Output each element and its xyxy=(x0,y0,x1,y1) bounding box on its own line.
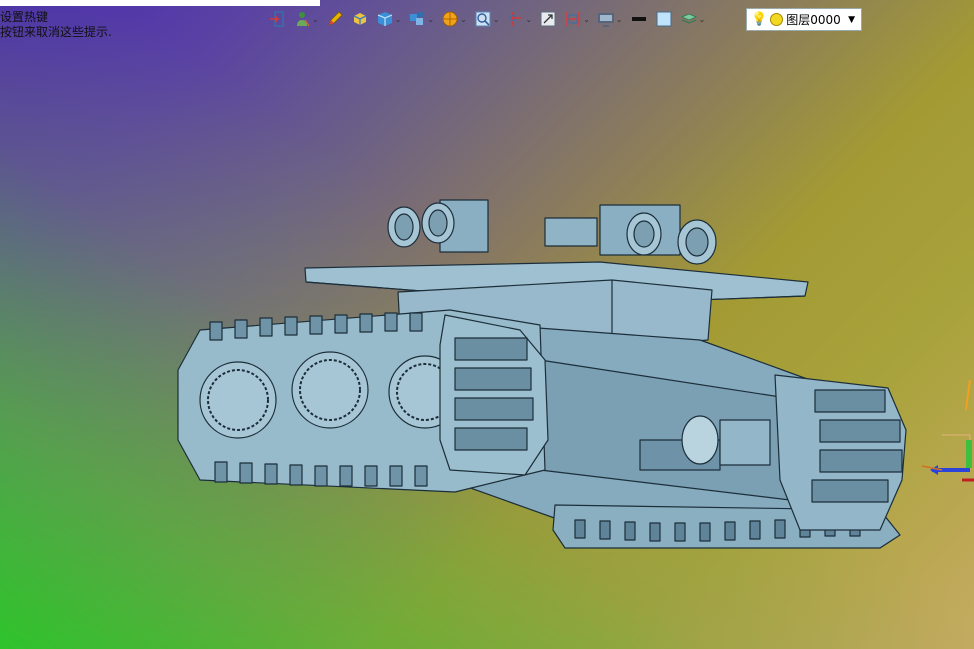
sketch-button[interactable] xyxy=(324,7,346,31)
cube-icon xyxy=(377,12,392,26)
line-weight-button[interactable] xyxy=(628,7,650,31)
exit-door-icon xyxy=(270,11,284,27)
hint-line-2: 按钮来取消这些提示. xyxy=(0,25,112,39)
solid-box-icon xyxy=(353,13,366,25)
render-sphere-icon xyxy=(442,11,458,27)
axis-button[interactable]: ⌄ xyxy=(505,7,535,31)
view-toolbar: ⌄ ⌄ ⌄ ⌄ ⌄ ⌄ ⌄ ⌄ ⌄ xyxy=(266,6,707,32)
hint-text: 设置热键 按钮来取消这些提示. xyxy=(0,10,112,40)
section-view-button[interactable]: ⌄ xyxy=(562,7,592,31)
line-weight-icon xyxy=(631,17,646,21)
coordinate-triad xyxy=(922,380,974,482)
chevron-down-icon: ⌄ xyxy=(615,14,623,24)
axis-icon xyxy=(508,12,522,26)
pencil-icon xyxy=(327,11,343,26)
lightbulb-icon: 💡 xyxy=(751,12,768,27)
hint-line-1: 设置热键 xyxy=(0,10,49,24)
dropdown-arrow-icon: ▼ xyxy=(848,14,855,25)
layers-button[interactable]: ⌄ xyxy=(678,7,708,31)
chevron-down-icon: ⌄ xyxy=(394,14,402,24)
robot-tank-model[interactable] xyxy=(0,0,974,649)
sun-icon xyxy=(770,13,784,26)
display-button[interactable]: ⌄ xyxy=(595,7,625,31)
color-button[interactable] xyxy=(653,7,675,31)
chevron-down-icon: ⌄ xyxy=(492,14,500,24)
layer-dropdown[interactable]: 💡 图层0000 ▼ xyxy=(746,8,862,31)
orientation-button[interactable]: ⌄ xyxy=(406,7,436,31)
color-swatch-icon xyxy=(656,11,672,27)
exit-button[interactable] xyxy=(266,7,288,31)
zoom-view-icon xyxy=(475,11,491,27)
chevron-down-icon: ⌄ xyxy=(583,14,590,24)
monitor-icon xyxy=(597,13,614,27)
view-cube-button[interactable]: ⌄ xyxy=(374,7,404,31)
section-view-icon xyxy=(566,12,581,26)
select-button[interactable]: ⌄ xyxy=(291,7,321,31)
chevron-down-icon: ⌄ xyxy=(427,14,435,24)
chevron-down-icon: ⌄ xyxy=(460,14,467,24)
render-mode-button[interactable]: ⌄ xyxy=(439,7,469,31)
layer-name: 图层0000 xyxy=(786,13,841,27)
cad-viewport[interactable]: 设置热键 按钮来取消这些提示. ⌄ ⌄ ⌄ ⌄ ⌄ ⌄ ⌄ ⌄ ⌄ 💡 图层00… xyxy=(0,0,974,649)
scale-icon xyxy=(540,11,556,27)
solid-button[interactable] xyxy=(349,7,371,31)
scale-button[interactable] xyxy=(537,7,559,31)
layers-icon xyxy=(680,13,697,24)
chevron-down-icon: ⌄ xyxy=(312,14,319,24)
chevron-down-icon: ⌄ xyxy=(698,14,706,24)
chevron-down-icon: ⌄ xyxy=(525,14,533,24)
view-orientation-icon xyxy=(410,12,424,25)
select-person-icon xyxy=(297,12,310,27)
zoom-button[interactable]: ⌄ xyxy=(472,7,502,31)
